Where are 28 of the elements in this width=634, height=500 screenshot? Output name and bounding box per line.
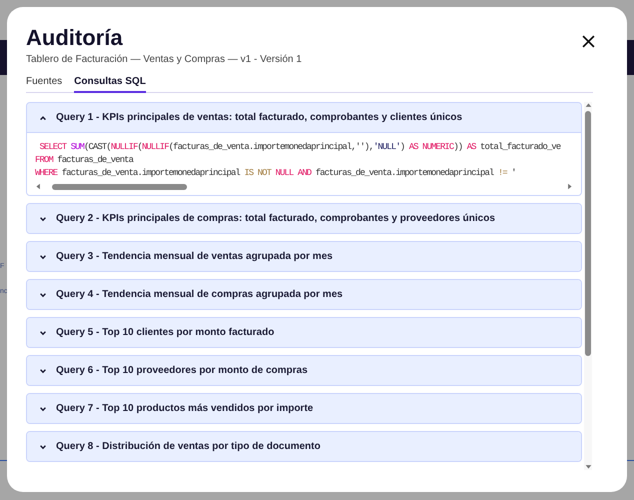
accordion-header[interactable]: Query 8 - Distribución de ventas por tipo de documento	[27, 432, 581, 461]
chevron-icon	[39, 404, 47, 412]
scroll-arrow-up-icon[interactable]	[584, 102, 592, 109]
scroll-arrow-left-icon[interactable]	[35, 183, 42, 190]
chevron-icon	[39, 214, 47, 222]
scroll-arrow-down-icon[interactable]	[584, 463, 592, 470]
close-icon	[582, 35, 595, 48]
tab[interactable]: Consultas SQL	[74, 71, 146, 93]
scroll-arrow-right-icon[interactable]	[566, 183, 573, 190]
tab[interactable]: Fuentes	[26, 71, 62, 93]
sql-code: SELECT SUM(CAST(NULLIF(NULLIF(facturas_de_venta.importemonedaprincipal,''),'NULL') AS NUMERIC)) AS total_facturado_ve FROM facturas_de_venta WHERE facturas_de_venta.importemonedaprincipal IS NOT NULL AND facturas_de_venta.importemonedaprincipal != '	[35, 141, 560, 180]
chevron-icon	[39, 290, 47, 298]
dialog-subtitle: Tablero de Facturación — Ventas y Compras — v1 - Versión 1	[26, 54, 302, 65]
vertical-scrollbar[interactable]	[584, 102, 592, 470]
scrollbar-thumb[interactable]	[52, 184, 187, 190]
chevron-icon	[39, 442, 47, 450]
accordion-header[interactable]: Query 6 - Top 10 proveedores por monto de compras	[27, 356, 581, 385]
accordion-header[interactable]: Query 2 - KPIs principales de compras: total facturado, comprobantes y proveedores únicos	[27, 204, 581, 233]
dialog-title: Auditoría	[26, 25, 124, 51]
accordion-header[interactable]: Query 3 - Tendencia mensual de ventas agrupada por mes	[27, 242, 581, 271]
chevron-icon	[39, 252, 47, 260]
chevron-icon	[39, 114, 47, 122]
chevron-icon	[39, 328, 47, 336]
chevron-icon	[39, 366, 47, 374]
accordion-header[interactable]: Query 4 - Tendencia mensual de compras agrupada por mes	[27, 280, 581, 309]
scrollbar-thumb[interactable]	[585, 111, 591, 356]
accordion-header[interactable]: Query 7 - Top 10 productos más vendidos por importe	[27, 394, 581, 423]
accordion-header[interactable]: Query 5 - Top 10 clientes por monto facturado	[27, 318, 581, 347]
